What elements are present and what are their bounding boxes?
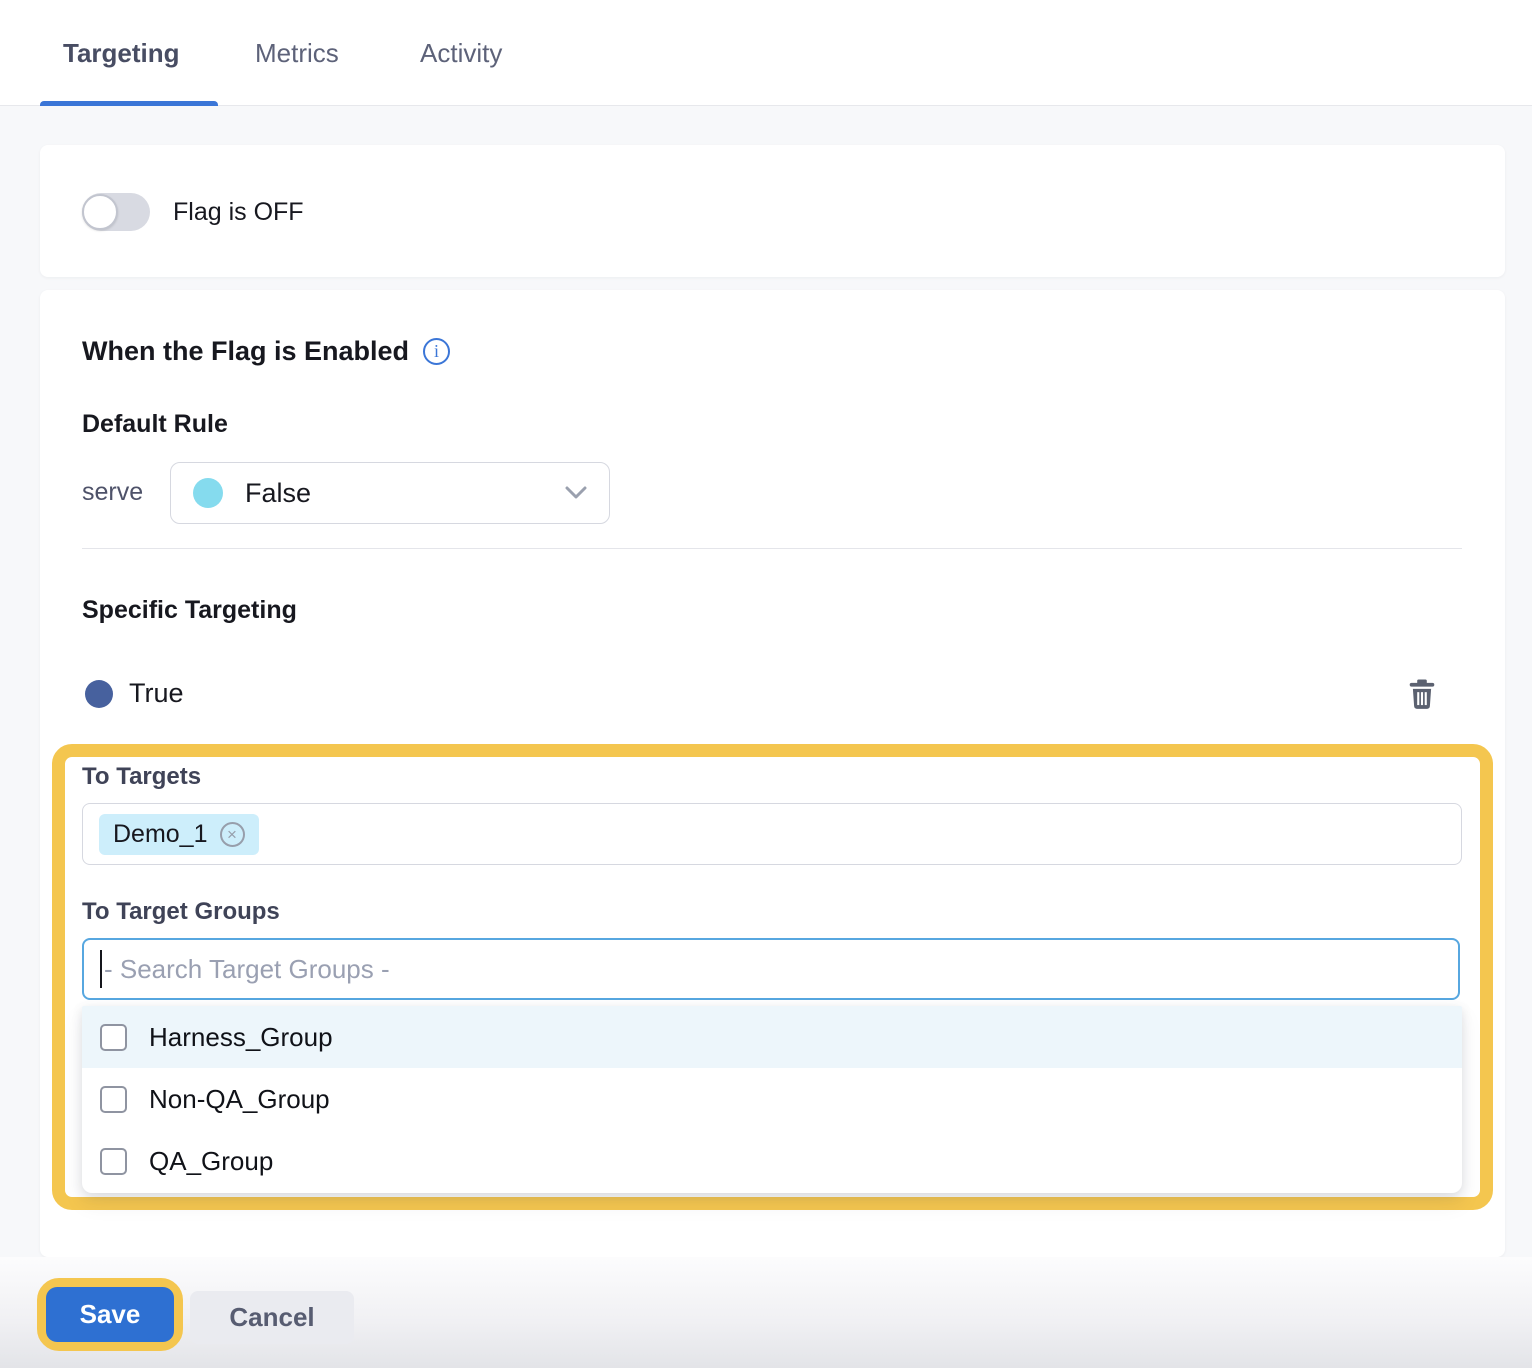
flag-status-card: Flag is OFF	[40, 145, 1505, 277]
true-variation-label: True	[129, 678, 184, 709]
info-icon[interactable]: i	[423, 338, 450, 365]
target-groups-dropdown: Harness_Group Non-QA_Group QA_Group	[82, 1006, 1462, 1193]
group-option-label: QA_Group	[149, 1146, 273, 1177]
tab-metrics[interactable]: Metrics	[255, 38, 339, 69]
search-target-groups-input[interactable]: - Search Target Groups -	[82, 938, 1460, 1000]
remove-target-icon[interactable]: ×	[220, 822, 245, 847]
checkbox-icon[interactable]	[100, 1148, 127, 1175]
flag-toggle-knob	[82, 194, 118, 230]
feature-flag-page: Targeting Metrics Activity Flag is OFF W…	[0, 0, 1532, 1368]
save-button[interactable]: Save	[46, 1287, 174, 1342]
group-option-label: Non-QA_Group	[149, 1084, 330, 1115]
specific-targeting-heading: Specific Targeting	[82, 596, 297, 625]
to-targets-label: To Targets	[82, 763, 201, 791]
when-flag-enabled-heading: When the Flag is Enabled i	[82, 336, 450, 367]
serve-label: serve	[82, 478, 143, 507]
tab-targeting[interactable]: Targeting	[63, 38, 180, 69]
search-placeholder-text: - Search Target Groups -	[104, 954, 390, 985]
target-tag: Demo_1 ×	[99, 814, 259, 855]
section-divider	[82, 548, 1462, 549]
text-cursor	[100, 950, 102, 988]
to-target-groups-label: To Target Groups	[82, 898, 280, 926]
targeting-rules-card: When the Flag is Enabled i Default Rule …	[40, 290, 1505, 1257]
serve-variation-value: False	[245, 478, 565, 509]
active-tab-underline	[40, 101, 218, 106]
default-rule-heading: Default Rule	[82, 410, 228, 439]
cancel-button[interactable]: Cancel	[190, 1291, 354, 1344]
checkbox-icon[interactable]	[100, 1024, 127, 1051]
true-variation-row: True	[85, 678, 184, 709]
group-option-qa[interactable]: QA_Group	[82, 1130, 1462, 1192]
tab-bar: Targeting Metrics Activity	[0, 0, 1532, 106]
serve-variation-select[interactable]: False	[170, 462, 610, 524]
chevron-down-icon	[565, 486, 587, 500]
footer-actions: Save Cancel	[0, 1257, 1532, 1368]
when-flag-enabled-title: When the Flag is Enabled	[82, 336, 409, 367]
target-tag-label: Demo_1	[113, 820, 208, 849]
group-option-non-qa[interactable]: Non-QA_Group	[82, 1068, 1462, 1130]
group-option-label: Harness_Group	[149, 1022, 333, 1053]
false-variation-dot	[193, 478, 223, 508]
group-option-harness[interactable]: Harness_Group	[82, 1006, 1462, 1068]
trash-icon	[1407, 678, 1437, 710]
targets-input[interactable]: Demo_1 ×	[82, 803, 1462, 865]
checkbox-icon[interactable]	[100, 1086, 127, 1113]
true-variation-dot	[85, 680, 113, 708]
flag-toggle[interactable]	[82, 193, 150, 231]
save-highlight-ring: Save	[37, 1278, 183, 1351]
tab-activity[interactable]: Activity	[420, 38, 502, 69]
delete-rule-button[interactable]	[1402, 674, 1442, 714]
flag-status-label: Flag is OFF	[173, 198, 304, 227]
